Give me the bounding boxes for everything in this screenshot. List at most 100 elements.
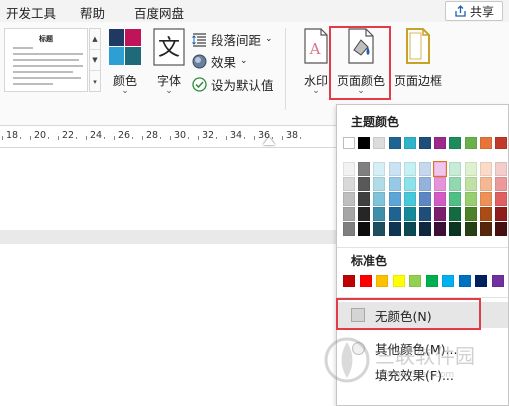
- theme-shade-swatch[interactable]: [343, 162, 355, 176]
- theme-shade-swatch[interactable]: [434, 222, 447, 236]
- theme-color-swatch[interactable]: [403, 137, 416, 149]
- theme-shade-swatch[interactable]: [388, 207, 401, 221]
- fonts-button[interactable]: 文 字体 ⌄: [150, 28, 188, 100]
- theme-color-swatch[interactable]: [358, 137, 371, 149]
- ruler-tick: [76, 137, 77, 139]
- theme-shade-swatch[interactable]: [343, 192, 355, 206]
- theme-shade-swatch[interactable]: [434, 177, 447, 191]
- effects-button[interactable]: 效果 ⌄: [192, 51, 248, 71]
- tab-help[interactable]: 帮助: [80, 3, 105, 22]
- theme-shade-swatch[interactable]: [433, 161, 448, 177]
- theme-shade-swatch[interactable]: [464, 207, 477, 221]
- theme-shade-swatch[interactable]: [479, 222, 492, 236]
- theme-shade-swatch[interactable]: [403, 177, 416, 191]
- theme-shade-swatch[interactable]: [464, 192, 477, 206]
- theme-shade-swatch[interactable]: [343, 222, 355, 236]
- paragraph-spacing-icon: [192, 32, 206, 47]
- theme-shade-swatch[interactable]: [449, 192, 462, 206]
- theme-shade-swatch[interactable]: [358, 222, 371, 236]
- tab-developer[interactable]: 开发工具: [6, 3, 56, 22]
- theme-shade-swatch[interactable]: [449, 162, 462, 176]
- document-page[interactable]: [0, 148, 336, 230]
- standard-color-swatch[interactable]: [491, 275, 504, 287]
- standard-color-swatch[interactable]: [343, 275, 355, 287]
- more-colors-option[interactable]: 其他颜色(M)...: [338, 335, 508, 361]
- page-borders-button[interactable]: 页面边框: [390, 28, 446, 100]
- theme-shade-swatch[interactable]: [388, 192, 401, 206]
- standard-color-swatch[interactable]: [359, 275, 372, 287]
- standard-color-swatch[interactable]: [442, 275, 454, 287]
- theme-shade-swatch[interactable]: [495, 207, 507, 221]
- theme-shade-swatch[interactable]: [449, 207, 462, 221]
- theme-shade-swatch[interactable]: [358, 177, 371, 191]
- paragraph-spacing-button[interactable]: 段落间距 ⌄: [192, 29, 273, 49]
- theme-color-swatch[interactable]: [373, 137, 386, 149]
- theme-shade-swatch[interactable]: [419, 222, 431, 236]
- gallery-down-icon[interactable]: ▼: [90, 50, 100, 71]
- standard-color-swatch[interactable]: [425, 275, 438, 287]
- theme-shade-swatch[interactable]: [479, 207, 492, 221]
- theme-shade-swatch[interactable]: [403, 162, 416, 176]
- fill-effects-option[interactable]: 填充效果(F)...: [338, 361, 508, 387]
- theme-color-swatch[interactable]: [419, 137, 431, 149]
- ruler-tick: [160, 137, 161, 139]
- gallery-more-icon[interactable]: ▾: [90, 71, 100, 92]
- theme-color-swatch[interactable]: [449, 137, 462, 149]
- theme-shade-swatch[interactable]: [388, 177, 401, 191]
- theme-shade-swatch[interactable]: [479, 162, 492, 176]
- tab-baidu-netdisk[interactable]: 百度网盘: [134, 3, 184, 22]
- theme-shade-swatch[interactable]: [464, 222, 477, 236]
- theme-color-swatch[interactable]: [434, 137, 447, 149]
- watermark-icon: A: [304, 28, 328, 64]
- standard-color-swatch[interactable]: [376, 275, 388, 287]
- theme-shade-swatch[interactable]: [434, 207, 447, 221]
- share-button[interactable]: 共享: [445, 1, 503, 21]
- horizontal-ruler[interactable]: 18 20 22 24 26 28 30 32 34 36 38: [0, 126, 336, 148]
- theme-shade-swatch[interactable]: [495, 162, 507, 176]
- gallery-scroll-buttons[interactable]: ▲ ▼ ▾: [89, 28, 101, 92]
- gallery-up-icon[interactable]: ▲: [90, 29, 100, 50]
- theme-shade-swatch[interactable]: [449, 177, 462, 191]
- document-page-next[interactable]: [0, 244, 336, 406]
- theme-shade-swatch[interactable]: [373, 162, 386, 176]
- theme-shade-swatch[interactable]: [479, 177, 492, 191]
- theme-shade-swatch[interactable]: [464, 162, 477, 176]
- theme-shade-swatch[interactable]: [419, 162, 431, 176]
- theme-shade-swatch[interactable]: [403, 192, 416, 206]
- theme-shade-swatch[interactable]: [373, 222, 386, 236]
- standard-color-swatch[interactable]: [392, 275, 405, 287]
- theme-color-swatch[interactable]: [464, 137, 477, 149]
- colors-button[interactable]: 颜色 ⌄: [106, 28, 144, 100]
- theme-shade-swatch[interactable]: [373, 192, 386, 206]
- set-as-default-button[interactable]: 设为默认值: [192, 74, 274, 94]
- theme-shade-swatch[interactable]: [388, 162, 401, 176]
- standard-color-swatch[interactable]: [458, 275, 471, 287]
- theme-shade-swatch[interactable]: [464, 177, 477, 191]
- theme-shade-swatch[interactable]: [495, 192, 507, 206]
- theme-color-swatch[interactable]: [388, 137, 401, 149]
- theme-color-swatch[interactable]: [479, 137, 492, 149]
- style-set-gallery[interactable]: 标题: [4, 28, 88, 92]
- theme-shade-swatch[interactable]: [373, 207, 386, 221]
- theme-shade-swatch[interactable]: [403, 207, 416, 221]
- theme-shade-swatch[interactable]: [358, 207, 371, 221]
- theme-shade-swatch[interactable]: [403, 222, 416, 236]
- theme-shade-swatch[interactable]: [419, 192, 431, 206]
- theme-color-swatch[interactable]: [495, 137, 507, 149]
- theme-shade-swatch[interactable]: [419, 207, 431, 221]
- theme-shade-swatch[interactable]: [373, 177, 386, 191]
- standard-color-swatch[interactable]: [409, 275, 421, 287]
- theme-shade-swatch[interactable]: [343, 177, 355, 191]
- theme-shade-swatch[interactable]: [358, 162, 371, 176]
- theme-shade-swatch[interactable]: [449, 222, 462, 236]
- theme-shade-swatch[interactable]: [343, 207, 355, 221]
- theme-shade-swatch[interactable]: [434, 192, 447, 206]
- theme-shade-swatch[interactable]: [358, 192, 371, 206]
- theme-shade-swatch[interactable]: [419, 177, 431, 191]
- theme-shade-swatch[interactable]: [495, 177, 507, 191]
- theme-color-swatch[interactable]: [343, 137, 355, 149]
- theme-shade-swatch[interactable]: [388, 222, 401, 236]
- theme-shade-swatch[interactable]: [495, 222, 507, 236]
- standard-color-swatch[interactable]: [475, 275, 487, 287]
- theme-shade-swatch[interactable]: [479, 192, 492, 206]
